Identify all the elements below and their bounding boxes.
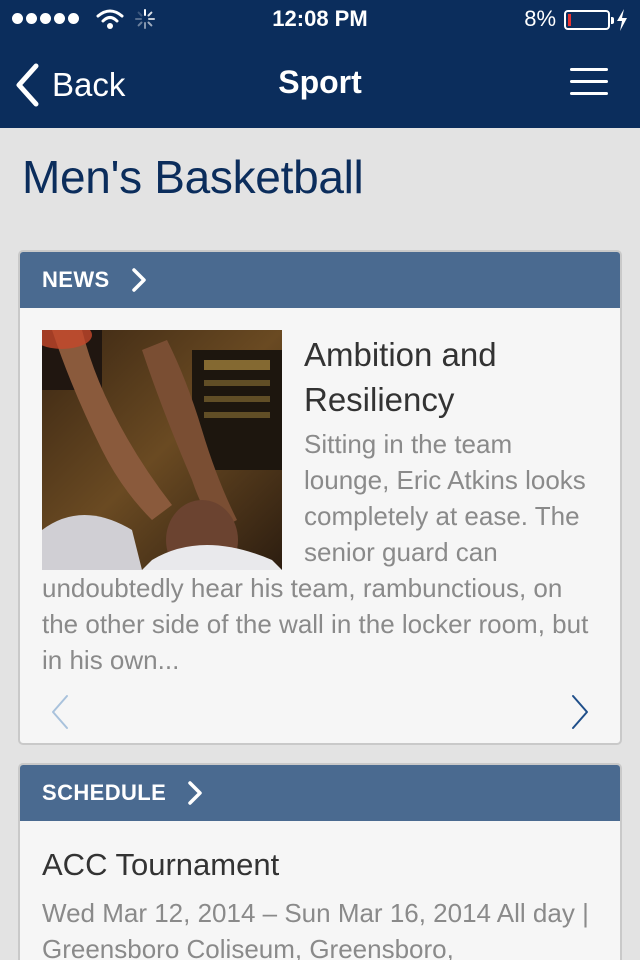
news-pager [20,686,620,732]
schedule-card: SCHEDULE ACC Tournament Wed Mar 12, 2014… [18,763,622,960]
news-article: Ambition and Resiliency Sitting in the t… [20,308,620,678]
chevron-right-icon [188,781,202,805]
event-details: Wed Mar 12, 2014 – Sun Mar 16, 2014 All … [42,898,589,960]
chevron-right-icon [131,268,146,292]
nav-title: Sport [278,64,362,100]
battery-percentage: 8% [524,6,556,31]
news-section-header[interactable]: NEWS [20,252,620,308]
page-title: Men's Basketball [22,151,364,203]
previous-arrow-icon[interactable] [50,694,70,730]
schedule-section-label: SCHEDULE [42,780,167,805]
battery-icon [564,10,614,30]
charging-bolt-icon [617,9,627,31]
news-card: NEWS Ambition and Resiliency Sitting in … [18,250,622,745]
news-section-label: NEWS [42,267,110,292]
news-photo[interactable] [42,330,282,570]
hamburger-menu-icon[interactable] [570,66,610,98]
event-title[interactable]: ACC Tournament [42,847,598,883]
next-arrow-icon[interactable] [570,694,590,730]
status-bar: 12:08 PM 8% [0,0,640,40]
battery-level-fill [568,14,571,26]
schedule-item[interactable]: ACC Tournament Wed Mar 12, 2014 – Sun Ma… [20,821,620,960]
navigation-bar: 12:08 PM 8% Back Sport [0,0,640,128]
schedule-section-header[interactable]: SCHEDULE [20,765,620,821]
